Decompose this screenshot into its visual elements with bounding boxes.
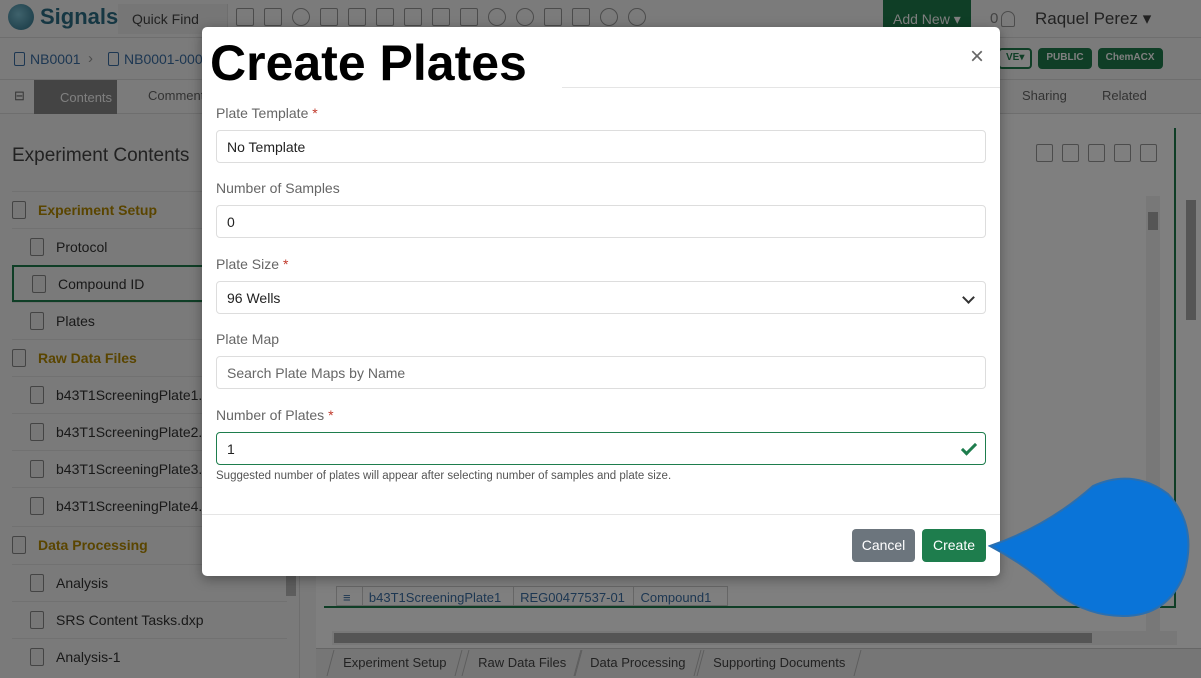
help-text: Suggested number of plates will appear a… (216, 470, 672, 482)
plate-map-label: Plate Map (216, 331, 280, 347)
required-marker: * (312, 105, 318, 121)
cancel-button[interactable]: Cancel (852, 529, 915, 562)
number-of-samples-field[interactable]: 0 (216, 205, 986, 238)
number-of-plates-field[interactable]: 1 (216, 432, 986, 465)
divider (562, 87, 1000, 88)
plate-template-label: Plate Template * (216, 105, 318, 121)
plate-size-label: Plate Size * (216, 256, 288, 272)
field-label: Plate Template (216, 105, 309, 121)
plate-size-value: 96 Wells (227, 290, 281, 306)
create-plates-dialog: Create Plates × Plate Template * No Temp… (202, 27, 1000, 576)
callout-pointer-icon (988, 477, 1190, 618)
check-icon (960, 439, 978, 456)
close-icon[interactable]: × (970, 45, 984, 69)
chevron-down-icon (962, 291, 975, 304)
plate-size-select[interactable]: 96 Wells (216, 281, 986, 314)
number-of-samples-label: Number of Samples (216, 180, 340, 196)
required-marker: * (282, 256, 289, 272)
required-marker: * (328, 407, 334, 423)
number-of-plates-value: 1 (227, 441, 235, 457)
dialog-title: Create Plates (210, 34, 547, 92)
create-button[interactable]: Create (922, 529, 986, 562)
field-label: Number of Plates (216, 407, 325, 423)
field-label: Plate Size (216, 256, 280, 272)
number-of-plates-label: Number of Plates * (216, 407, 334, 423)
plate-map-search-input[interactable]: Search Plate Maps by Name (216, 356, 986, 389)
divider (202, 514, 1000, 515)
plate-template-field[interactable]: No Template (216, 130, 986, 163)
